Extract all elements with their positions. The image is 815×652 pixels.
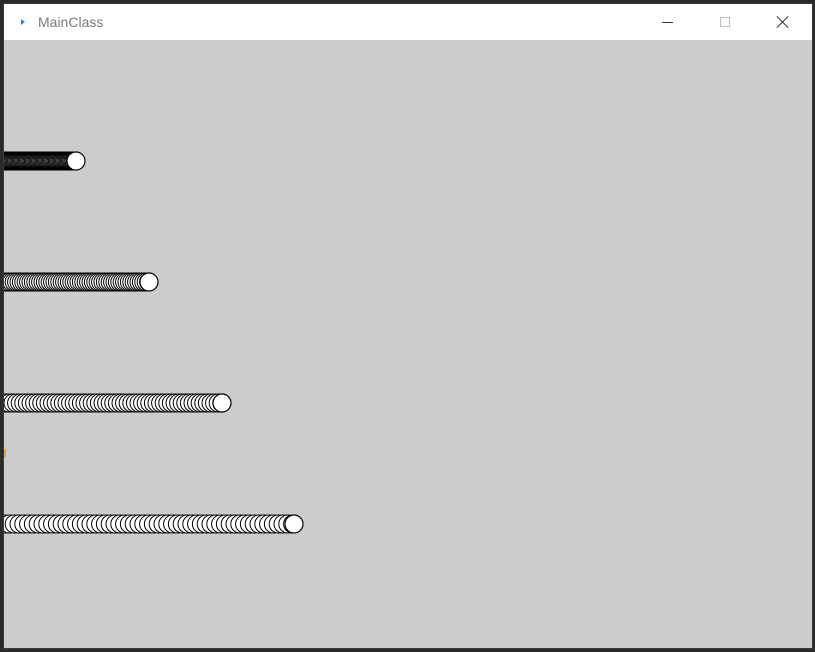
app-arrow-icon [21,19,25,25]
title-bar[interactable]: MainClass [4,4,812,40]
maximize-button[interactable] [702,4,748,40]
trail-2 [4,272,159,292]
ball [212,393,232,413]
drawing-canvas[interactable] [4,40,812,648]
trail-1 [4,151,86,171]
maximize-icon [720,17,730,27]
ball [139,272,159,292]
close-button[interactable] [760,4,806,40]
minimize-button[interactable] [644,4,690,40]
close-icon [776,15,790,29]
minimize-icon [661,21,673,23]
window-title: MainClass [38,14,104,30]
ball [284,514,304,534]
trail-3 [4,393,232,413]
edge-marker [4,449,6,457]
app-window: MainClass [3,3,813,649]
ball [66,151,86,171]
trail-4 [4,514,304,534]
trails-svg [4,151,304,534]
